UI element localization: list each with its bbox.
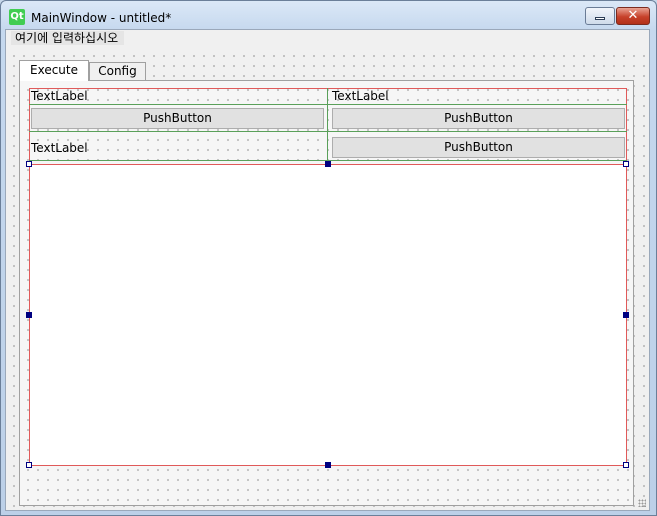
grid-row-divider	[29, 131, 627, 132]
resize-handle-bottom[interactable]	[325, 462, 331, 468]
minimize-button[interactable]	[585, 7, 615, 25]
resize-handle-right[interactable]	[623, 312, 629, 318]
resize-handle-bottom-right[interactable]	[623, 462, 629, 468]
qt-logo-icon: Qt	[9, 9, 25, 25]
window-title: MainWindow - untitled*	[31, 11, 172, 25]
resize-handle-top-left[interactable]	[26, 161, 32, 167]
push-button[interactable]: PushButton	[332, 137, 625, 158]
resize-handle-top[interactable]	[325, 161, 331, 167]
grid-column-divider	[327, 88, 328, 162]
minimize-icon	[595, 17, 605, 20]
resize-handle-bottom-left[interactable]	[26, 462, 32, 468]
resize-handle-top-right[interactable]	[623, 161, 629, 167]
menu-bar: 여기에 입력하십시오	[6, 30, 649, 47]
close-button[interactable]: ✕	[616, 7, 650, 25]
text-label: TextLabel	[31, 141, 88, 155]
tab-execute[interactable]: Execute	[19, 60, 89, 81]
client-area: 여기에 입력하십시오 Config Execute TextLabel Text…	[5, 29, 650, 511]
text-label: TextLabel	[332, 89, 389, 103]
resize-handle-left[interactable]	[26, 312, 32, 318]
menu-placeholder-entry[interactable]: 여기에 입력하십시오	[11, 31, 125, 45]
title-bar[interactable]: Qt MainWindow - untitled* ✕	[1, 1, 656, 29]
push-button[interactable]: PushButton	[332, 108, 625, 129]
text-label: TextLabel	[31, 89, 88, 103]
push-button[interactable]: PushButton	[31, 108, 324, 129]
text-edit-widget[interactable]	[29, 164, 627, 466]
grid-row-divider	[29, 104, 627, 105]
main-window: Qt MainWindow - untitled* ✕ 여기에 입력하십시오 C…	[0, 0, 657, 516]
close-icon: ✕	[627, 8, 639, 23]
resize-grip-icon[interactable]	[638, 499, 646, 507]
tab-config[interactable]: Config	[89, 62, 146, 80]
